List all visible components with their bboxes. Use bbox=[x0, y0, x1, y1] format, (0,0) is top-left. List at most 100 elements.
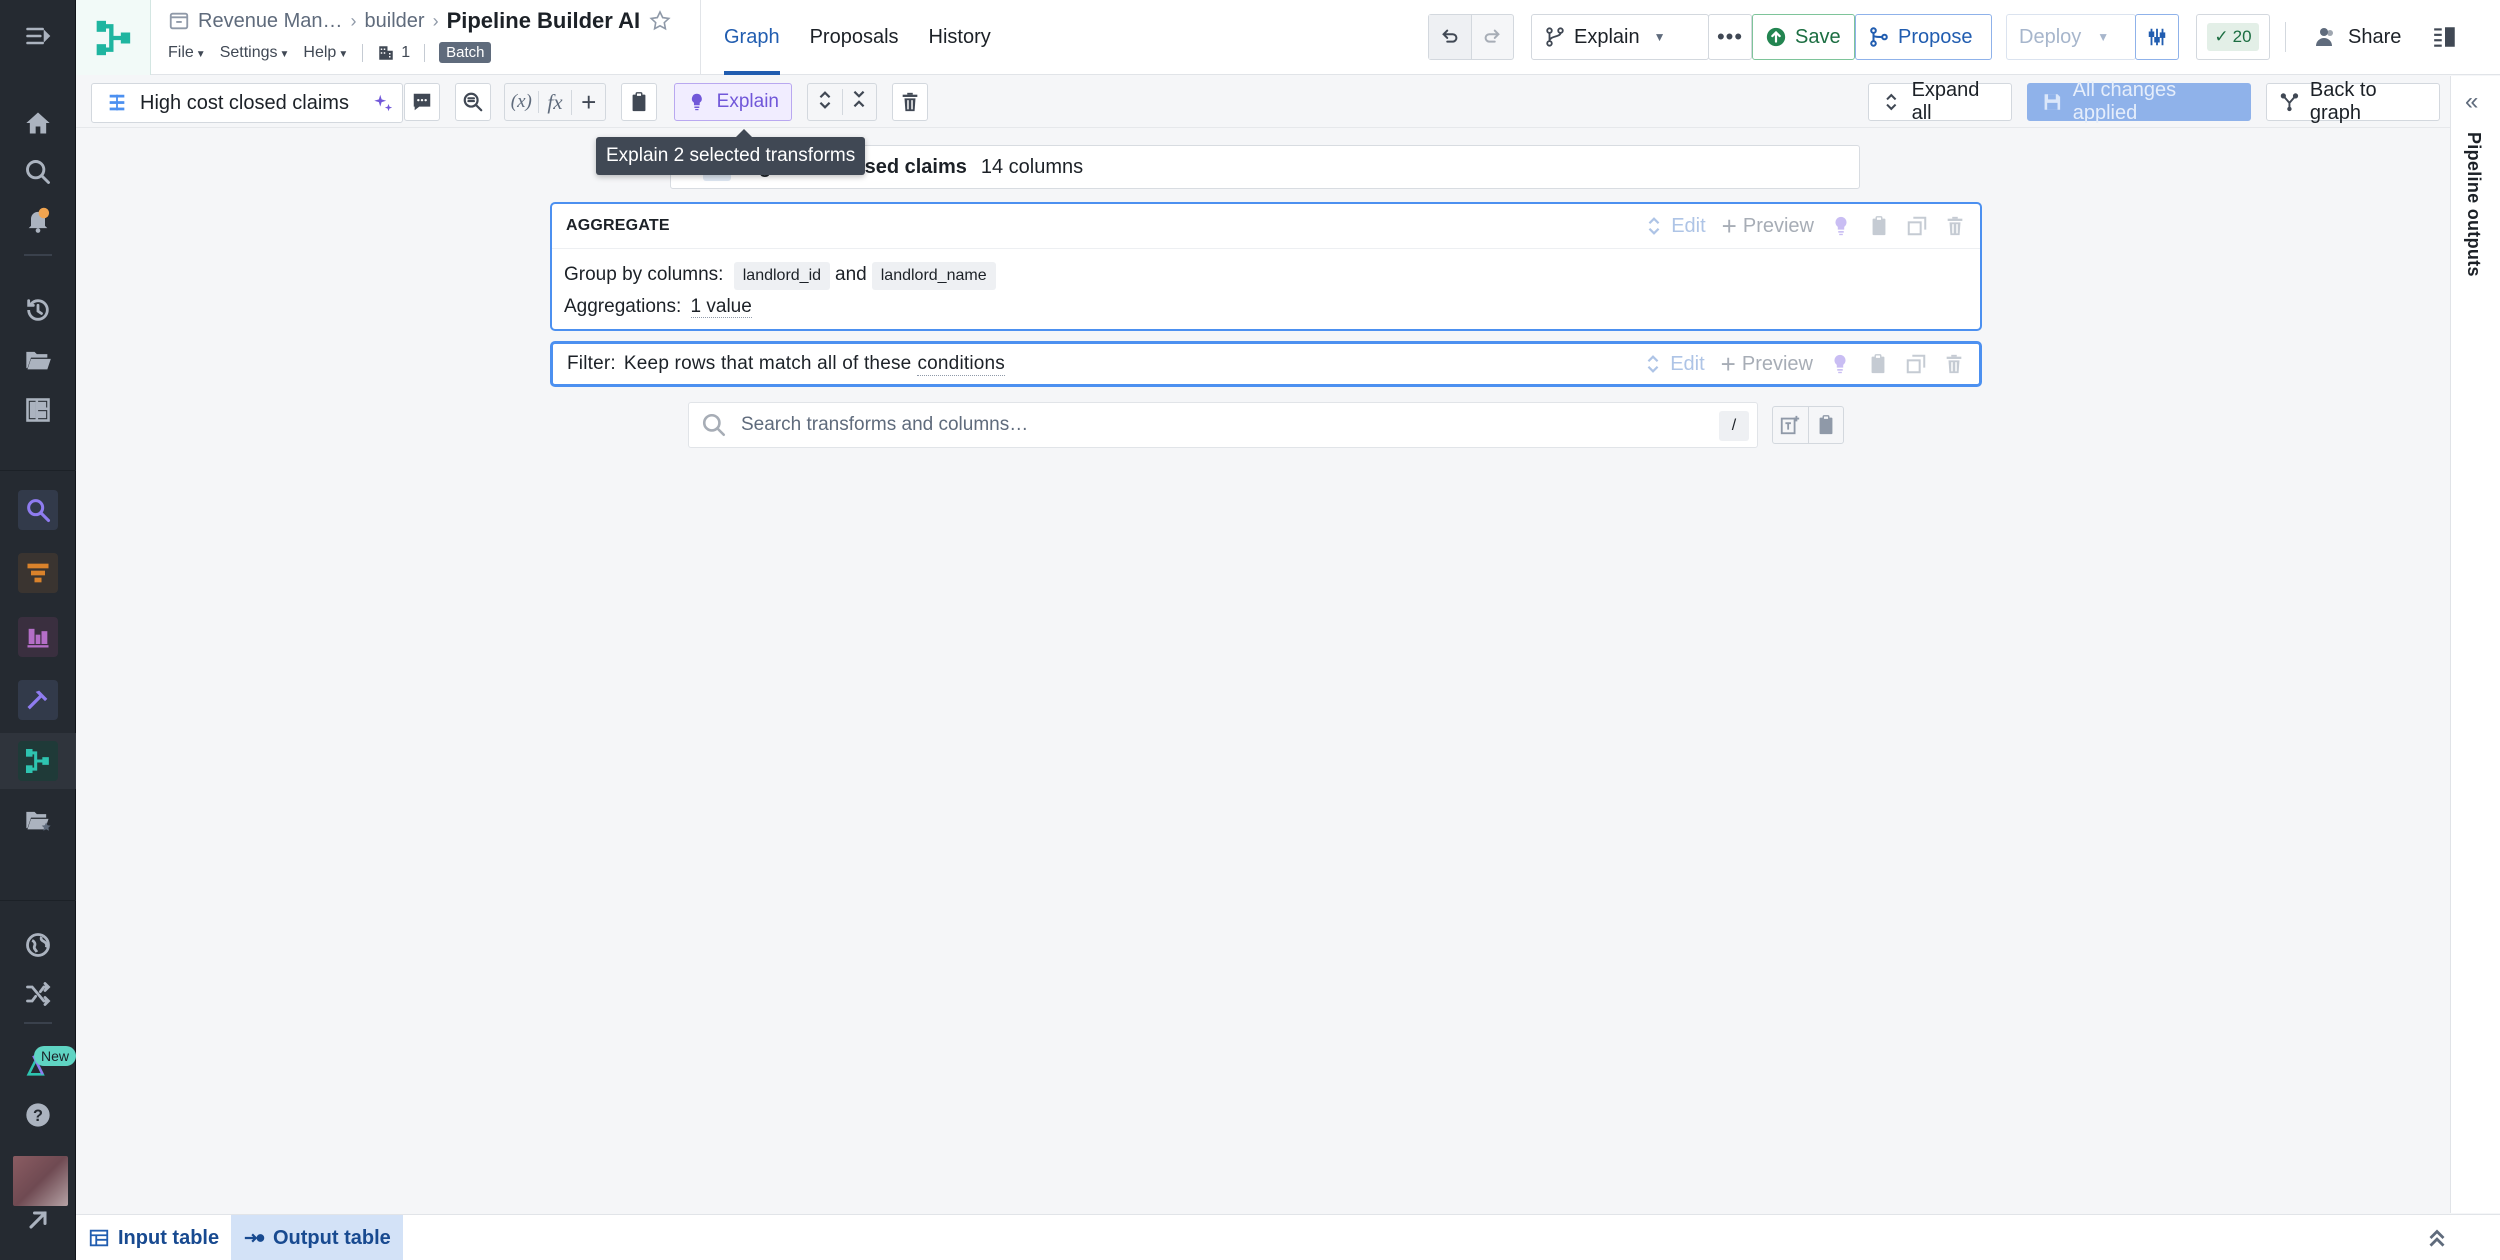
menu-help[interactable]: Help ▼ bbox=[303, 44, 348, 62]
group-by-row: Group by columns: landlord_id and landlord… bbox=[564, 259, 1968, 291]
edit-button[interactable]: Edit bbox=[1643, 215, 1706, 238]
lightbulb-icon bbox=[691, 93, 702, 111]
column-pill[interactable]: landlord_id bbox=[733, 262, 831, 290]
variable-button[interactable]: (x) bbox=[505, 91, 539, 113]
explain-dropdown[interactable]: Explain ▼ bbox=[1531, 14, 1709, 60]
deploy-settings-button[interactable] bbox=[2135, 14, 2179, 60]
aggregations-value[interactable]: 1 value bbox=[690, 296, 752, 318]
preview-button[interactable]: + Preview bbox=[1722, 213, 1814, 239]
user-avatar[interactable] bbox=[13, 1156, 68, 1206]
page-title[interactable]: Pipeline Builder AI bbox=[447, 8, 641, 34]
redo-icon bbox=[1484, 29, 1501, 43]
save-button[interactable]: Save bbox=[1752, 14, 1855, 60]
pipeline-outputs-label[interactable]: Pipeline outputs bbox=[2463, 132, 2484, 277]
propose-button[interactable]: Propose bbox=[1855, 14, 1992, 60]
preview-button[interactable]: + Preview bbox=[1721, 351, 1813, 377]
add-transform-button[interactable]: + bbox=[572, 87, 605, 118]
panel-toggle-button[interactable] bbox=[2432, 24, 2458, 55]
pipeline-builder-icon[interactable] bbox=[18, 741, 58, 781]
explain-button[interactable]: Explain bbox=[674, 83, 792, 121]
checks-button[interactable]: ✓ 20 bbox=[2196, 14, 2270, 60]
home-icon[interactable] bbox=[18, 103, 58, 143]
paste-button[interactable] bbox=[621, 83, 657, 121]
column-pill[interactable]: landlord_name bbox=[871, 262, 996, 290]
aggregate-transform-card[interactable]: AGGREGATE Edit + Preview Group by column… bbox=[550, 202, 1982, 331]
share-button[interactable]: Share bbox=[2314, 14, 2401, 60]
menu-file[interactable]: File ▼ bbox=[168, 44, 206, 62]
edit-button[interactable]: Edit bbox=[1642, 353, 1705, 376]
comment-button[interactable] bbox=[404, 83, 440, 121]
notifications-icon[interactable] bbox=[18, 200, 58, 240]
zoom-search-icon bbox=[463, 92, 483, 112]
breadcrumb-folder[interactable]: builder bbox=[365, 10, 425, 33]
globe-icon[interactable] bbox=[18, 925, 58, 965]
joiner-text: and bbox=[835, 264, 867, 285]
quiver-icon[interactable] bbox=[18, 490, 58, 530]
more-options-button[interactable]: ••• bbox=[1708, 14, 1752, 60]
branch-count[interactable]: 1 bbox=[377, 44, 410, 62]
clipboard-icon[interactable] bbox=[1868, 215, 1890, 237]
duplicate-icon[interactable] bbox=[1906, 215, 1928, 237]
tab-history[interactable]: History bbox=[929, 0, 991, 75]
back-to-graph-button[interactable]: Back to graph bbox=[2266, 79, 2440, 124]
deploy-button[interactable]: Deploy ▼ bbox=[2006, 14, 2136, 60]
function-button[interactable]: fx bbox=[539, 89, 573, 115]
delete-button[interactable] bbox=[892, 83, 928, 121]
menu-toggle-icon[interactable] bbox=[18, 16, 58, 56]
favorites-folder-icon[interactable] bbox=[18, 800, 58, 840]
pipeline-outputs-panel: « Pipeline outputs bbox=[2450, 76, 2500, 1213]
charts-icon[interactable] bbox=[18, 617, 58, 657]
menu-settings[interactable]: Settings ▼ bbox=[220, 44, 290, 62]
expand-icon[interactable] bbox=[18, 1200, 58, 1240]
filter-transform-card[interactable]: Filter: Keep rows that match all of thes… bbox=[550, 341, 1982, 387]
divider bbox=[362, 43, 364, 62]
files-icon[interactable] bbox=[18, 340, 58, 380]
search-icon[interactable] bbox=[18, 152, 58, 192]
clipboard-icon bbox=[1819, 415, 1833, 435]
all-changes-applied-button[interactable]: All changes applied bbox=[2027, 79, 2251, 124]
redo-button[interactable] bbox=[1472, 15, 1514, 59]
aggregations-label: Aggregations: bbox=[564, 296, 682, 317]
duplicate-icon[interactable] bbox=[1905, 353, 1927, 375]
tab-graph[interactable]: Graph bbox=[724, 0, 780, 75]
search-icon bbox=[702, 413, 726, 437]
search-placeholder: Search transforms and columns… bbox=[741, 414, 1029, 435]
build-icon[interactable] bbox=[18, 680, 58, 720]
help-icon[interactable]: ? bbox=[18, 1095, 58, 1135]
expand-all-button[interactable]: Expand all bbox=[1868, 79, 2012, 124]
contour-icon[interactable] bbox=[18, 553, 58, 593]
breadcrumb-project[interactable]: Revenue Man… bbox=[198, 10, 343, 33]
workspace-icon[interactable] bbox=[18, 390, 58, 430]
card-actions: Edit + Preview bbox=[1643, 204, 1966, 248]
trash-icon[interactable] bbox=[1944, 215, 1966, 237]
lightbulb-icon[interactable] bbox=[1830, 215, 1852, 237]
undo-redo-group bbox=[1428, 14, 1514, 60]
tab-output-table[interactable]: Output table bbox=[231, 1215, 403, 1260]
recent-icon[interactable] bbox=[18, 290, 58, 330]
tab-proposals[interactable]: Proposals bbox=[810, 0, 899, 75]
clipboard-icon[interactable] bbox=[1867, 353, 1889, 375]
collapse-button[interactable] bbox=[843, 88, 877, 116]
card-actions: Edit + Preview bbox=[1642, 344, 1965, 384]
expand-button[interactable] bbox=[808, 89, 843, 115]
star-icon[interactable] bbox=[648, 9, 672, 33]
transform-search-input[interactable]: Search transforms and columns… / bbox=[688, 402, 1758, 448]
add-text-transform-button[interactable] bbox=[1773, 407, 1808, 443]
formula-button-group: (x) fx + bbox=[504, 83, 606, 121]
paste-transform-button[interactable] bbox=[1807, 407, 1844, 443]
bottom-panel-bar: Input table Output table bbox=[76, 1214, 2500, 1260]
filter-conditions-link[interactable]: conditions bbox=[917, 353, 1005, 376]
lightbulb-icon[interactable] bbox=[1829, 353, 1851, 375]
graph-node-icon bbox=[2280, 93, 2299, 112]
trash-icon[interactable] bbox=[1943, 353, 1965, 375]
search-path-button[interactable] bbox=[455, 83, 491, 121]
ai-sparkle-icon[interactable] bbox=[372, 92, 394, 114]
expand-collapse-group bbox=[807, 83, 877, 121]
left-nav: New ? bbox=[0, 0, 77, 1260]
chevrons-left-icon[interactable]: « bbox=[2465, 88, 2478, 116]
tab-input-table[interactable]: Input table bbox=[76, 1215, 231, 1260]
shuffle-icon[interactable] bbox=[18, 974, 58, 1014]
expand-panel-button[interactable] bbox=[2424, 1225, 2450, 1256]
path-name-field[interactable]: High cost closed claims bbox=[91, 83, 403, 123]
undo-button[interactable] bbox=[1429, 15, 1472, 59]
